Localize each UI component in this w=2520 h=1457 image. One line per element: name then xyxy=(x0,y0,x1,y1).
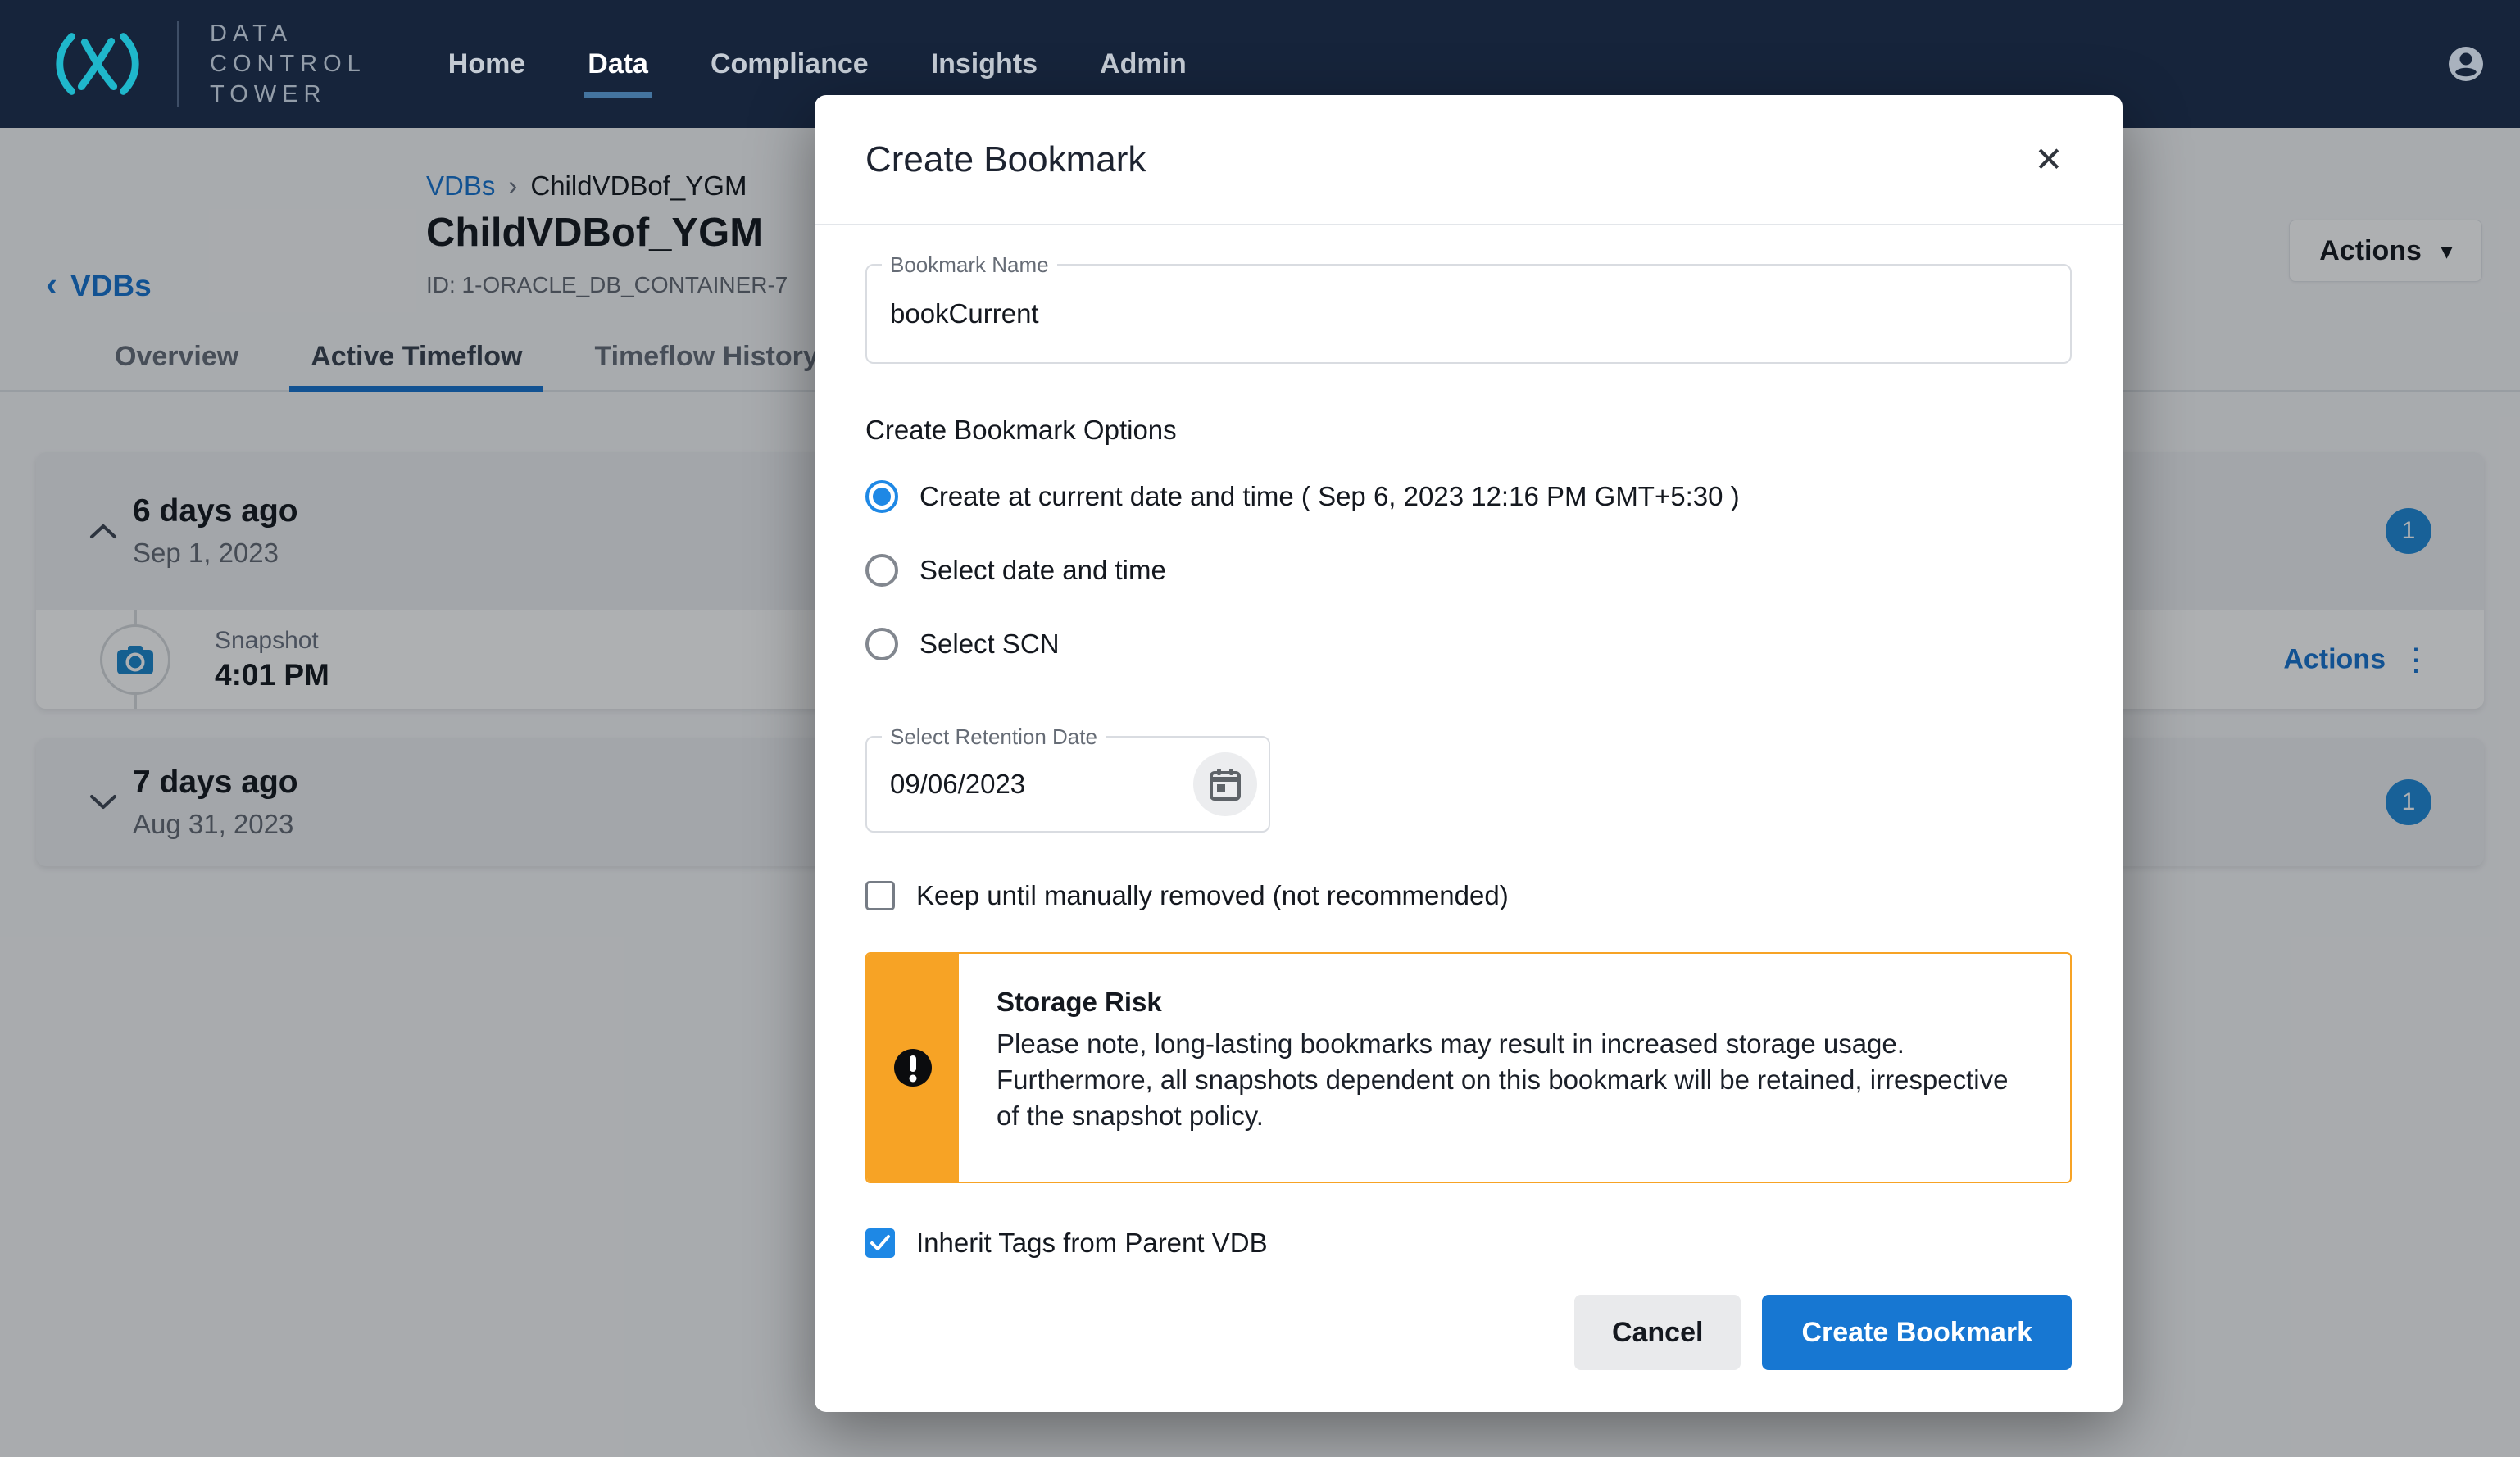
modal-header: Create Bookmark ✕ xyxy=(815,95,2123,225)
nav-label: Admin xyxy=(1100,48,1187,79)
warning-title: Storage Risk xyxy=(997,987,2032,1018)
screen: DATA CONTROL TOWER Home Data Compliance … xyxy=(0,0,2520,1457)
retention-date-label: Select Retention Date xyxy=(882,724,1106,750)
nav-item-admin[interactable]: Admin xyxy=(1100,48,1187,80)
radio-option-label: Create at current date and time ( Sep 6,… xyxy=(919,481,1740,512)
nav-label: Data xyxy=(588,48,648,79)
retention-date-field: Select Retention Date xyxy=(865,736,1270,833)
modal-body: Bookmark Name Create Bookmark Options Cr… xyxy=(815,225,2123,1259)
radio-selected-icon xyxy=(865,480,898,513)
main-nav: Home Data Compliance Insights Admin xyxy=(448,48,1187,80)
nav-item-data[interactable]: Data xyxy=(588,48,648,80)
create-bookmark-modal: Create Bookmark ✕ Bookmark Name Create B… xyxy=(815,95,2123,1412)
modal-actions: Cancel Create Bookmark xyxy=(1574,1295,2072,1370)
dct-logo-icon[interactable] xyxy=(49,31,146,97)
radio-unselected-icon xyxy=(865,628,898,660)
nav-label: Compliance xyxy=(711,48,869,79)
radio-option-select-scn[interactable]: Select SCN xyxy=(865,621,2072,667)
brand-line-2: CONTROL xyxy=(210,49,366,79)
nav-label: Insights xyxy=(931,48,1038,79)
warning-body-line1: Please note, long-lasting bookmarks may … xyxy=(997,1028,1905,1059)
bookmark-name-label: Bookmark Name xyxy=(882,252,1057,278)
nav-label: Home xyxy=(448,48,525,79)
calendar-picker-button[interactable] xyxy=(1193,752,1257,816)
radio-unselected-icon xyxy=(865,554,898,587)
keep-until-removed-checkbox[interactable]: Keep until manually removed (not recomme… xyxy=(865,880,2072,911)
create-bookmark-button[interactable]: Create Bookmark xyxy=(1762,1295,2072,1370)
brand-line-3: TOWER xyxy=(210,79,366,110)
warning-body-line2: Furthermore, all snapshots dependent on … xyxy=(997,1064,2008,1131)
storage-risk-warning: Storage Risk Please note, long-lasting b… xyxy=(865,952,2072,1183)
close-icon[interactable]: ✕ xyxy=(2026,137,2072,183)
nav-item-insights[interactable]: Insights xyxy=(931,48,1038,80)
cancel-button[interactable]: Cancel xyxy=(1574,1295,1741,1370)
checkbox-unchecked-icon xyxy=(865,881,895,910)
modal-title: Create Bookmark xyxy=(865,139,1146,180)
radio-option-label: Select SCN xyxy=(919,629,1060,660)
bookmark-options-label: Create Bookmark Options xyxy=(865,415,2072,446)
radio-dot xyxy=(873,488,891,506)
warning-strip xyxy=(867,954,959,1182)
radio-option-select-datetime[interactable]: Select date and time xyxy=(865,547,2072,593)
brand-line-1: DATA xyxy=(210,19,366,49)
nav-item-compliance[interactable]: Compliance xyxy=(711,48,869,80)
radio-option-label: Select date and time xyxy=(919,555,1166,586)
bookmark-name-input[interactable] xyxy=(867,266,2070,362)
inherit-tags-checkbox[interactable]: Inherit Tags from Parent VDB xyxy=(865,1228,2072,1259)
radio-option-current-time[interactable]: Create at current date and time ( Sep 6,… xyxy=(865,474,2072,520)
exclamation-circle-icon xyxy=(892,1047,933,1088)
keep-checkbox-label: Keep until manually removed (not recomme… xyxy=(916,880,1509,911)
bookmark-name-field: Bookmark Name xyxy=(865,264,2072,364)
warning-content: Storage Risk Please note, long-lasting b… xyxy=(959,954,2070,1182)
inherit-checkbox-label: Inherit Tags from Parent VDB xyxy=(916,1228,1268,1259)
active-nav-underline xyxy=(584,92,652,98)
user-avatar-icon[interactable] xyxy=(2448,46,2484,82)
brand-divider xyxy=(177,21,179,107)
checkbox-checked-icon xyxy=(865,1228,895,1258)
warning-body: Please note, long-lasting bookmarks may … xyxy=(997,1026,2032,1134)
brand-wordmark: DATA CONTROL TOWER xyxy=(210,19,366,110)
calendar-icon xyxy=(1210,768,1241,801)
nav-item-home[interactable]: Home xyxy=(448,48,525,80)
